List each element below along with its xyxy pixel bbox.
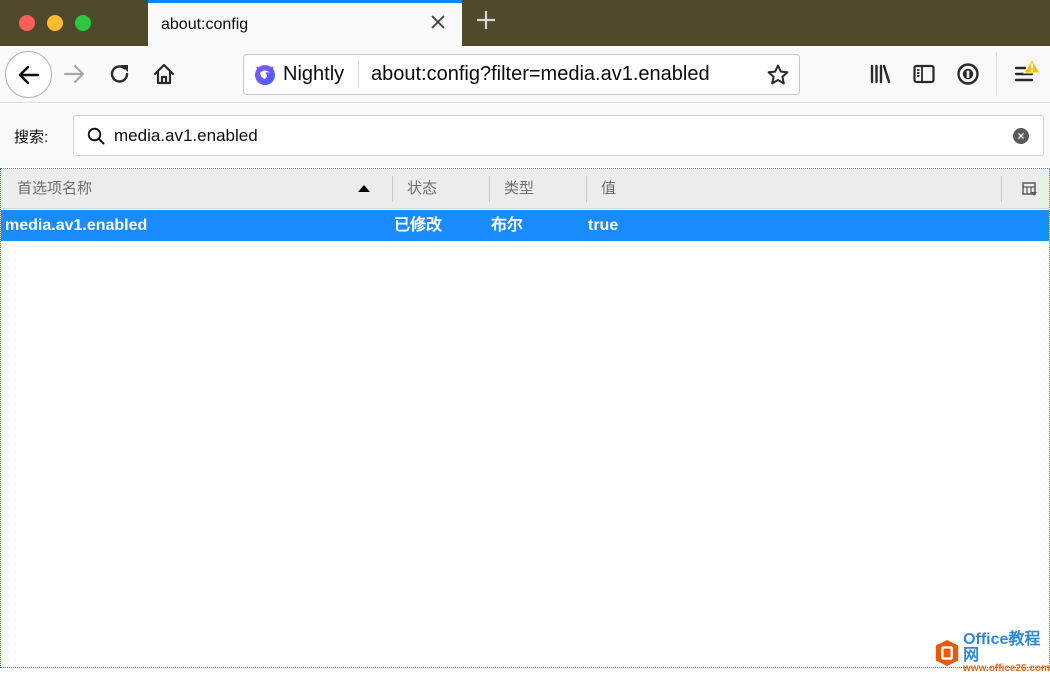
column-separator bbox=[1001, 176, 1002, 202]
url-separator bbox=[358, 61, 359, 88]
back-button[interactable] bbox=[5, 51, 52, 98]
forward-button[interactable] bbox=[58, 58, 90, 90]
window-minimize-button[interactable] bbox=[47, 15, 63, 31]
tree-header: 首选项名称 状态 类型 值 bbox=[1, 169, 1049, 209]
search-icon bbox=[87, 127, 105, 145]
window-maximize-button[interactable] bbox=[75, 15, 91, 31]
window-close-button[interactable] bbox=[19, 15, 35, 31]
star-icon bbox=[767, 64, 789, 85]
column-header-type[interactable]: 类型 bbox=[504, 169, 534, 209]
url-text[interactable]: about:config?filter=media.av1.enabled bbox=[371, 63, 710, 86]
sort-ascending-icon bbox=[358, 185, 370, 192]
search-row: 搜索: × bbox=[0, 104, 1050, 166]
info-icon bbox=[957, 63, 979, 85]
warning-icon bbox=[1023, 59, 1041, 74]
identity-label: Nightly bbox=[283, 63, 345, 85]
app-menu-button[interactable] bbox=[1006, 58, 1042, 90]
hamburger-menu-icon bbox=[1014, 59, 1041, 82]
column-separator[interactable] bbox=[392, 176, 393, 202]
pref-value-cell: true bbox=[588, 217, 619, 234]
column-header-value[interactable]: 值 bbox=[601, 169, 616, 209]
table-row[interactable]: media.av1.enabled 已修改 布尔 true bbox=[1, 210, 1049, 241]
column-header-name[interactable]: 首选项名称 bbox=[17, 169, 92, 209]
close-icon[interactable] bbox=[428, 13, 448, 33]
search-label: 搜索: bbox=[14, 129, 49, 146]
pref-status-cell: 已修改 bbox=[394, 217, 443, 234]
reload-icon bbox=[110, 65, 129, 83]
password-manager-button[interactable] bbox=[952, 58, 984, 90]
pref-name-cell: media.av1.enabled bbox=[5, 217, 148, 234]
watermark-title: Office教程网 bbox=[963, 631, 1041, 664]
plus-icon bbox=[477, 11, 495, 29]
nightly-logo-icon bbox=[255, 64, 275, 85]
library-button[interactable] bbox=[864, 58, 896, 90]
library-icon bbox=[870, 64, 891, 84]
nav-toolbar: Nightly about:config?filter=media.av1.en… bbox=[0, 46, 1050, 103]
watermark-url: www.office26.com bbox=[963, 663, 1050, 674]
column-separator[interactable] bbox=[489, 176, 490, 202]
column-separator[interactable] bbox=[586, 176, 587, 202]
preferences-tree[interactable]: 首选项名称 状态 类型 值 media.av1.enabled 已修改 布尔 t… bbox=[0, 168, 1050, 668]
sidebar-icon bbox=[913, 64, 935, 84]
column-header-status[interactable]: 状态 bbox=[407, 169, 437, 209]
arrow-left-icon bbox=[18, 65, 39, 84]
tab-strip: about:config bbox=[0, 0, 1050, 46]
new-tab-button[interactable] bbox=[472, 8, 500, 36]
tab-title: about:config bbox=[161, 16, 249, 33]
arrow-right-icon bbox=[63, 64, 85, 84]
bookmark-star-button[interactable] bbox=[765, 62, 791, 88]
sidebar-button[interactable] bbox=[908, 58, 940, 90]
search-field[interactable]: × bbox=[73, 115, 1044, 156]
toolbar-separator bbox=[996, 52, 997, 96]
home-icon bbox=[153, 63, 175, 85]
url-bar[interactable]: Nightly about:config?filter=media.av1.en… bbox=[243, 54, 800, 95]
column-picker-icon[interactable] bbox=[1022, 181, 1038, 197]
office-logo-icon bbox=[935, 639, 959, 667]
identity-box[interactable]: Nightly bbox=[254, 55, 344, 94]
clear-icon[interactable]: × bbox=[1013, 128, 1029, 144]
reload-button[interactable] bbox=[104, 58, 136, 90]
tab-about-config[interactable]: about:config bbox=[148, 0, 462, 46]
home-button[interactable] bbox=[148, 58, 180, 90]
watermark: Office教程网 www.office26.com bbox=[934, 631, 1050, 674]
search-input[interactable] bbox=[114, 126, 994, 146]
pref-type-cell: 布尔 bbox=[491, 217, 524, 234]
